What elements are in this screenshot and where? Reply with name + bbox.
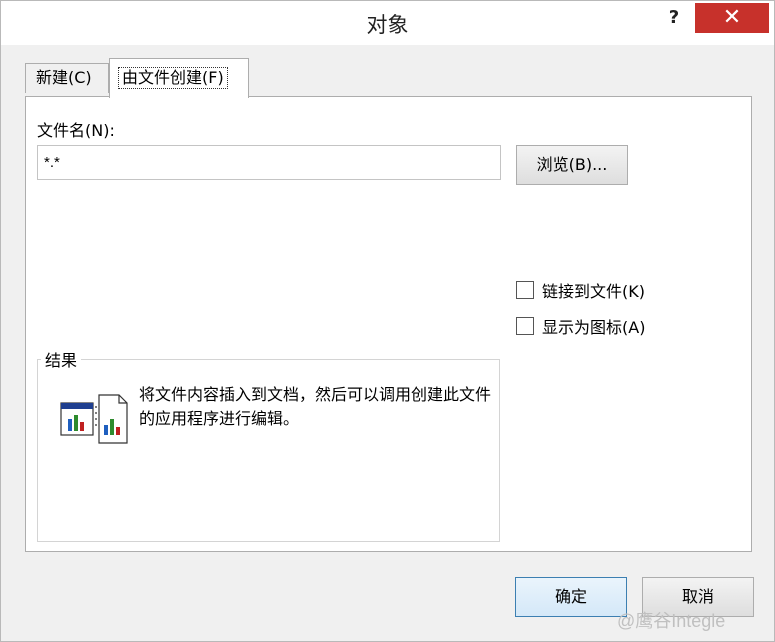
- tab-create-new[interactable]: 新建(C): [25, 63, 109, 93]
- display-as-icon-checkbox[interactable]: 显示为图标(A): [516, 314, 645, 338]
- tab-create-from-file-label: 由文件创建(F): [118, 67, 228, 89]
- title-bar: 对象 ? ✕: [1, 1, 774, 45]
- link-to-file-checkbox-box[interactable]: [516, 281, 534, 299]
- link-to-file-label: 链接到文件(K): [542, 282, 645, 301]
- browse-button[interactable]: 浏览(B)...: [516, 145, 628, 185]
- result-description: 将文件内容插入到文档，然后可以调用创建此文件的应用程序进行编辑。: [139, 385, 492, 428]
- file-name-label: 文件名(N):: [37, 121, 115, 140]
- tab-create-new-label: 新建(C): [36, 68, 92, 87]
- close-button[interactable]: ✕: [695, 3, 769, 33]
- watermark-text: @鹰谷Integle: [617, 611, 726, 631]
- link-to-file-checkbox[interactable]: 链接到文件(K): [516, 278, 645, 302]
- display-as-icon-label: 显示为图标(A): [542, 318, 646, 337]
- file-name-input[interactable]: *.*: [37, 145, 501, 180]
- ok-button[interactable]: 确定: [515, 577, 627, 617]
- insert-object-file-icon: [60, 394, 128, 444]
- object-dialog: 对象 ? ✕ 新建(C) 由文件创建(F) 文件名(N): *.* 浏览(B).…: [0, 0, 775, 642]
- help-icon[interactable]: ?: [659, 5, 689, 31]
- tab-create-from-file[interactable]: 由文件创建(F): [109, 58, 249, 98]
- result-group-title: 结果: [41, 347, 82, 371]
- display-as-icon-checkbox-box[interactable]: [516, 317, 534, 335]
